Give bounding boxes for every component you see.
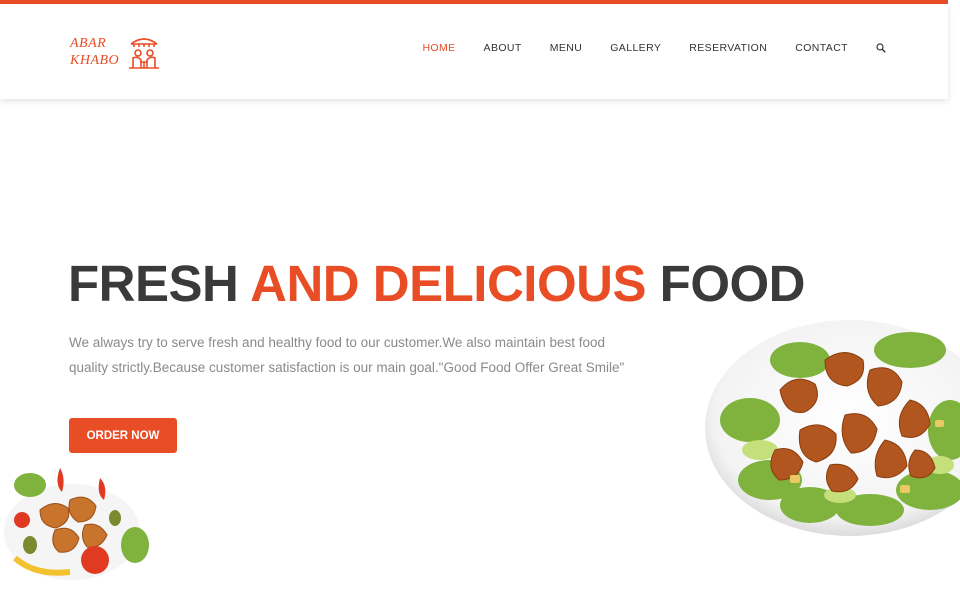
brand-line-2: KHABO xyxy=(70,53,120,68)
site-header: ABAR KHABO HOME ABOUT MENU GALLERY RESER… xyxy=(0,4,948,99)
brand-name: ABAR KHABO xyxy=(70,35,119,69)
grilled-chicken-platter-image xyxy=(4,468,149,580)
nav-item-menu[interactable]: MENU xyxy=(550,42,583,54)
main-nav: HOME ABOUT MENU GALLERY RESERVATION CONT… xyxy=(394,42,886,54)
nav-item-home[interactable]: HOME xyxy=(422,42,455,54)
restaurant-icon xyxy=(129,38,160,69)
nav-item-about[interactable]: ABOUT xyxy=(484,42,522,54)
brand-line-1: ABAR xyxy=(70,36,107,51)
nav-item-reservation[interactable]: RESERVATION xyxy=(689,42,767,54)
hero-title: FRESH AND DELICIOUS FOOD xyxy=(68,254,806,313)
hero-title-accent: AND DELICIOUS xyxy=(250,255,646,312)
search-icon[interactable] xyxy=(876,43,886,53)
brand-logo[interactable]: ABAR KHABO xyxy=(70,34,161,70)
order-now-button[interactable]: ORDER NOW xyxy=(69,418,177,453)
hero-description: We always try to serve fresh and healthy… xyxy=(69,335,625,375)
nav-item-contact[interactable]: CONTACT xyxy=(795,42,848,54)
hero-title-part-1: FRESH xyxy=(68,255,239,312)
nav-item-gallery[interactable]: GALLERY xyxy=(610,42,661,54)
chicken-salad-plate-image xyxy=(705,320,960,536)
